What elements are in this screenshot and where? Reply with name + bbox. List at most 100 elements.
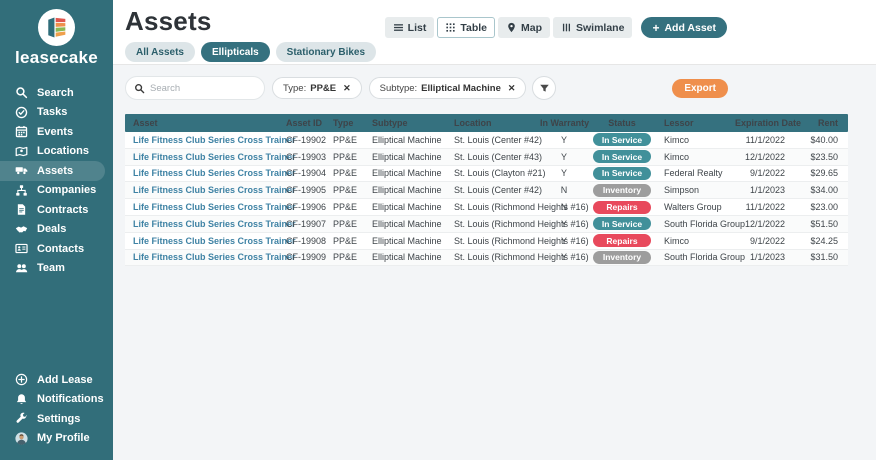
tab-ellipticals[interactable]: Ellipticals xyxy=(201,42,270,62)
cell-asset-id: CF-19907 xyxy=(278,219,325,229)
bell-icon xyxy=(15,393,28,406)
asset-link[interactable]: Life Fitness Club Series Cross Trainer xyxy=(125,185,278,195)
table-row[interactable]: Life Fitness Club Series Cross TrainerCF… xyxy=(125,182,848,199)
chip-value: Elliptical Machine xyxy=(421,83,501,94)
cell-expiration-date: 11/1/2022 xyxy=(735,202,795,212)
table-row[interactable]: Life Fitness Club Series Cross TrainerCF… xyxy=(125,166,848,183)
table-row[interactable]: Life Fitness Club Series Cross TrainerCF… xyxy=(125,250,848,267)
brand-logo[interactable]: leasecake xyxy=(0,0,113,68)
sidebar-item-assets[interactable]: Assets xyxy=(0,161,105,181)
view-toggle-map[interactable]: Map xyxy=(498,17,550,38)
swimlane-icon xyxy=(561,22,572,33)
app-root: leasecake SearchTasksEventsLocationsAsse… xyxy=(0,0,876,460)
calendar-icon xyxy=(15,125,28,138)
view-toggle-label: List xyxy=(408,22,427,34)
cell-status: Repairs xyxy=(588,234,656,247)
sidebar-item-label: Contracts xyxy=(37,204,88,216)
sidebar-item-contracts[interactable]: Contracts xyxy=(0,200,113,220)
asset-link[interactable]: Life Fitness Club Series Cross Trainer xyxy=(125,236,278,246)
sidebar-item-label: Notifications xyxy=(37,393,104,405)
view-toggle-list[interactable]: List xyxy=(385,17,435,38)
cell-rent: $24.25 xyxy=(795,236,848,246)
cell-location: St. Louis (Center #42) xyxy=(446,185,540,195)
view-toggle-table[interactable]: Table xyxy=(437,17,495,38)
table-row[interactable]: Life Fitness Club Series Cross TrainerCF… xyxy=(125,233,848,250)
status-badge: Repairs xyxy=(593,201,651,214)
cell-subtype: Elliptical Machine xyxy=(364,252,446,262)
status-badge: In Service xyxy=(593,150,651,163)
sidebar-item-locations[interactable]: Locations xyxy=(0,142,113,162)
table-header-row: AssetAsset IDTypeSubtypeLocationIn Warra… xyxy=(125,114,848,132)
tab-all-assets[interactable]: All Assets xyxy=(125,42,195,62)
column-header-in-warranty: In Warranty xyxy=(540,118,588,128)
filter-chip-subtype[interactable]: Subtype:Elliptical Machine ✕ xyxy=(369,77,527,99)
table-body: Life Fitness Club Series Cross TrainerCF… xyxy=(125,132,848,266)
sidebar-nav: SearchTasksEventsLocationsAssetsCompanie… xyxy=(0,83,113,278)
asset-link[interactable]: Life Fitness Club Series Cross Trainer xyxy=(125,168,278,178)
table-row[interactable]: Life Fitness Club Series Cross TrainerCF… xyxy=(125,149,848,166)
chip-prefix: Subtype: xyxy=(380,83,418,94)
sidebar-item-label: Settings xyxy=(37,413,80,425)
sidebar-item-my-profile[interactable]: My Profile xyxy=(0,429,113,449)
cell-status: Repairs xyxy=(588,201,656,214)
view-toggle-label: Swimlane xyxy=(576,22,624,34)
truck-icon xyxy=(15,164,28,177)
check-circle-icon xyxy=(15,106,28,119)
asset-link[interactable]: Life Fitness Club Series Cross Trainer xyxy=(125,152,278,162)
sidebar-item-contacts[interactable]: Contacts xyxy=(0,239,113,259)
table-row[interactable]: Life Fitness Club Series Cross TrainerCF… xyxy=(125,199,848,216)
search-icon xyxy=(134,83,145,94)
sidebar-item-team[interactable]: Team xyxy=(0,259,113,279)
cell-location: St. Louis (Center #43) xyxy=(446,152,540,162)
cell-rent: $51.50 xyxy=(795,219,848,229)
export-button[interactable]: Export xyxy=(672,79,728,98)
search-icon xyxy=(15,86,28,99)
sidebar-item-settings[interactable]: Settings xyxy=(0,409,113,429)
people-icon xyxy=(15,262,28,275)
cell-type: PP&E xyxy=(325,168,364,178)
cell-type: PP&E xyxy=(325,202,364,212)
tab-stationary-bikes[interactable]: Stationary Bikes xyxy=(276,42,376,62)
asset-link[interactable]: Life Fitness Club Series Cross Trainer xyxy=(125,135,278,145)
asset-category-tabs: All Assets Ellipticals Stationary Bikes xyxy=(125,42,876,62)
cell-subtype: Elliptical Machine xyxy=(364,135,446,145)
list-icon xyxy=(393,22,404,33)
sidebar-item-companies[interactable]: Companies xyxy=(0,181,113,201)
cell-expiration-date: 1/1/2023 xyxy=(735,185,795,195)
pin-icon xyxy=(506,22,517,33)
cell-type: PP&E xyxy=(325,135,364,145)
column-header-subtype: Subtype xyxy=(364,118,446,128)
column-header-type: Type xyxy=(325,118,364,128)
column-header-asset-id: Asset ID xyxy=(278,118,325,128)
filter-button[interactable] xyxy=(532,76,556,100)
sidebar-item-search[interactable]: Search xyxy=(0,83,113,103)
view-toggle-swimlane[interactable]: Swimlane xyxy=(553,17,632,38)
search-input[interactable] xyxy=(150,83,256,94)
table-row[interactable]: Life Fitness Club Series Cross TrainerCF… xyxy=(125,216,848,233)
sidebar-item-deals[interactable]: Deals xyxy=(0,220,113,240)
asset-link[interactable]: Life Fitness Club Series Cross Trainer xyxy=(125,252,278,262)
sidebar-item-add-lease[interactable]: Add Lease xyxy=(0,370,113,390)
cell-location: St. Louis (Richmond Heights #16) xyxy=(446,202,540,212)
map-icon xyxy=(15,145,28,158)
chip-close-icon[interactable]: ✕ xyxy=(508,83,516,94)
asset-link[interactable]: Life Fitness Club Series Cross Trainer xyxy=(125,202,278,212)
cell-type: PP&E xyxy=(325,185,364,195)
cell-in-warranty: Y xyxy=(540,236,588,246)
chip-close-icon[interactable]: ✕ xyxy=(343,83,351,94)
handshake-icon xyxy=(15,223,28,236)
sidebar-item-label: Add Lease xyxy=(37,374,93,386)
sidebar-item-tasks[interactable]: Tasks xyxy=(0,103,113,123)
cell-type: PP&E xyxy=(325,219,364,229)
sidebar-item-label: Contacts xyxy=(37,243,84,255)
sidebar-item-notifications[interactable]: Notifications2 xyxy=(0,390,113,410)
filter-chip-type[interactable]: Type:PP&E✕ xyxy=(272,77,362,99)
assets-table: AssetAsset IDTypeSubtypeLocationIn Warra… xyxy=(125,114,848,266)
table-row[interactable]: Life Fitness Club Series Cross TrainerCF… xyxy=(125,132,848,149)
cell-subtype: Elliptical Machine xyxy=(364,168,446,178)
add-asset-button[interactable]: + Add Asset xyxy=(641,17,727,38)
cell-asset-id: CF-19909 xyxy=(278,252,325,262)
wrench-icon xyxy=(15,412,28,425)
sidebar-item-events[interactable]: Events xyxy=(0,122,113,142)
asset-link[interactable]: Life Fitness Club Series Cross Trainer xyxy=(125,219,278,229)
